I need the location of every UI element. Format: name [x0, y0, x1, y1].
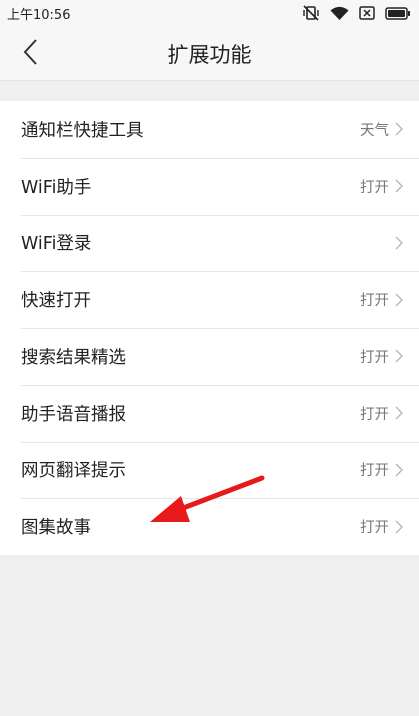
back-button[interactable] [12, 36, 48, 72]
chevron-right-icon [395, 179, 403, 193]
setting-row-notification-tools[interactable]: 通知栏快捷工具 天气 [0, 101, 419, 158]
chevron-right-icon [395, 349, 403, 363]
row-label: WiFi登录 [21, 234, 92, 255]
row-label: 快速打开 [21, 291, 91, 312]
vibrate-off-icon [302, 5, 320, 21]
row-value: 打开 [360, 293, 389, 310]
chevron-right-icon [395, 293, 403, 307]
settings-list: 通知栏快捷工具 天气 WiFi助手 打开 WiFi登录 快速打开 打开 搜索结果… [0, 101, 419, 555]
row-value: 打开 [360, 463, 389, 480]
setting-row-search-picks[interactable]: 搜索结果精选 打开 [0, 328, 419, 385]
chevron-right-icon [395, 236, 403, 250]
setting-row-voice-broadcast[interactable]: 助手语音播报 打开 [0, 384, 419, 442]
chevron-right-icon [395, 520, 403, 534]
row-value: 天气 [360, 122, 389, 139]
chevron-left-icon [22, 38, 38, 70]
wifi-icon [330, 6, 349, 21]
row-label: 网页翻译提示 [21, 461, 126, 482]
row-label: 通知栏快捷工具 [21, 120, 144, 141]
row-label: 助手语音播报 [21, 404, 126, 425]
status-bar: 上午10:56 [0, 0, 419, 26]
setting-row-gallery-story[interactable]: 图集故事 打开 [0, 498, 419, 555]
setting-row-quick-open[interactable]: 快速打开 打开 [0, 271, 419, 328]
chevron-right-icon [395, 463, 403, 477]
row-label: WiFi助手 [21, 177, 92, 198]
row-value: 打开 [360, 349, 389, 366]
row-value: 打开 [360, 179, 389, 196]
nav-bar: 扩展功能 [0, 26, 419, 81]
battery-icon [385, 6, 411, 20]
setting-row-translate-tip[interactable]: 网页翻译提示 打开 [0, 441, 419, 499]
chevron-right-icon [395, 406, 403, 420]
row-value: 打开 [360, 406, 389, 423]
status-time: 上午10:56 [7, 7, 71, 23]
status-icons [302, 5, 411, 21]
row-value: 打开 [360, 520, 389, 537]
page-title: 扩展功能 [167, 42, 252, 67]
setting-row-wifi-assistant[interactable]: WiFi助手 打开 [0, 157, 419, 215]
sim-x-icon [359, 6, 375, 20]
setting-row-wifi-login[interactable]: WiFi登录 [0, 214, 419, 272]
row-label: 搜索结果精选 [21, 347, 126, 368]
chevron-right-icon [395, 122, 403, 136]
row-label: 图集故事 [21, 518, 91, 539]
